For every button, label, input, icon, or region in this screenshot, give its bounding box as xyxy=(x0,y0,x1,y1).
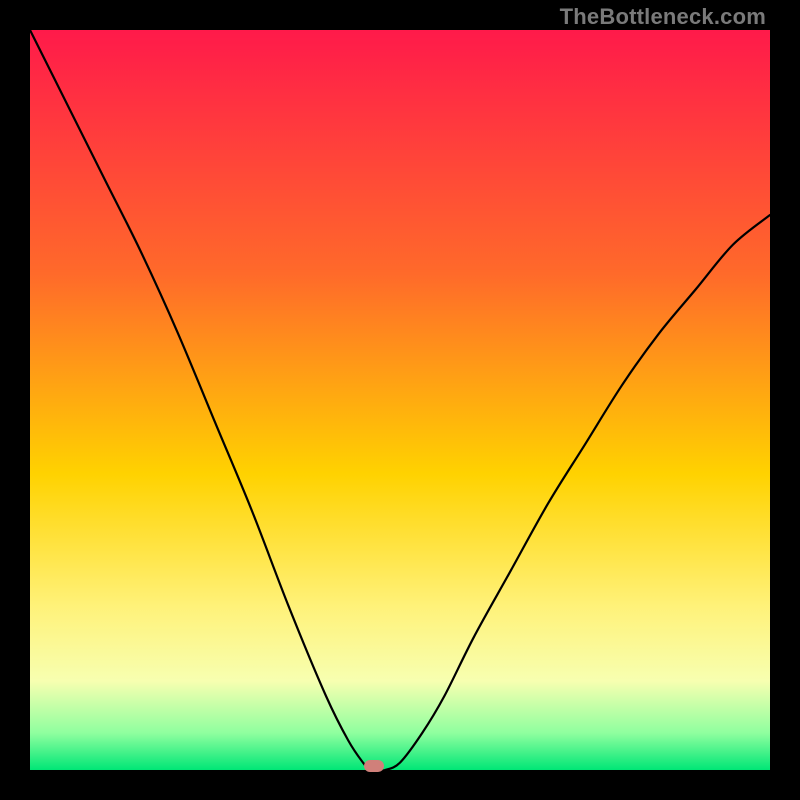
watermark-text: TheBottleneck.com xyxy=(560,4,766,30)
bottleneck-curve xyxy=(30,30,770,770)
plot-area xyxy=(30,30,770,770)
chart-frame: TheBottleneck.com xyxy=(0,0,800,800)
optimal-marker xyxy=(364,760,384,772)
